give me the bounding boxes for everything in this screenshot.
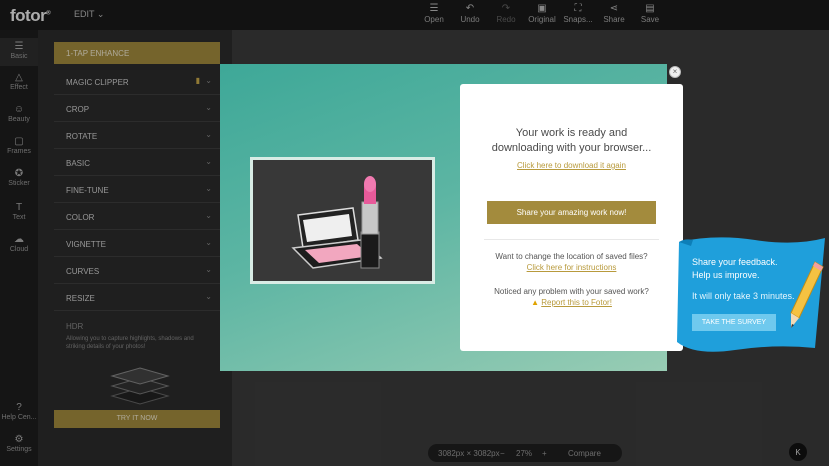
divider (484, 239, 659, 240)
change-location-text: Want to change the location of saved fil… (495, 252, 648, 261)
download-card: Your work is ready and downloading with … (460, 84, 683, 351)
report-link[interactable]: ▲ Report this to Fotor! (460, 298, 683, 307)
share-work-button[interactable]: Share your amazing work now! (487, 201, 656, 224)
close-icon[interactable]: × (669, 66, 681, 78)
warning-icon: ▲ (531, 298, 539, 307)
preview-image (250, 157, 435, 284)
ready-title: Your work is ready and downloading with … (491, 127, 652, 154)
take-survey-button[interactable]: TAKE THE SURVEY (692, 314, 776, 331)
instructions-link[interactable]: Click here for instructions (460, 263, 683, 272)
pencil-icon (790, 261, 824, 328)
survey-widget: Share your feedback. Help us improve. It… (675, 234, 825, 352)
problem-text: Noticed any problem with your saved work… (494, 287, 649, 296)
download-again-link[interactable]: Click here to download it again (460, 161, 683, 170)
